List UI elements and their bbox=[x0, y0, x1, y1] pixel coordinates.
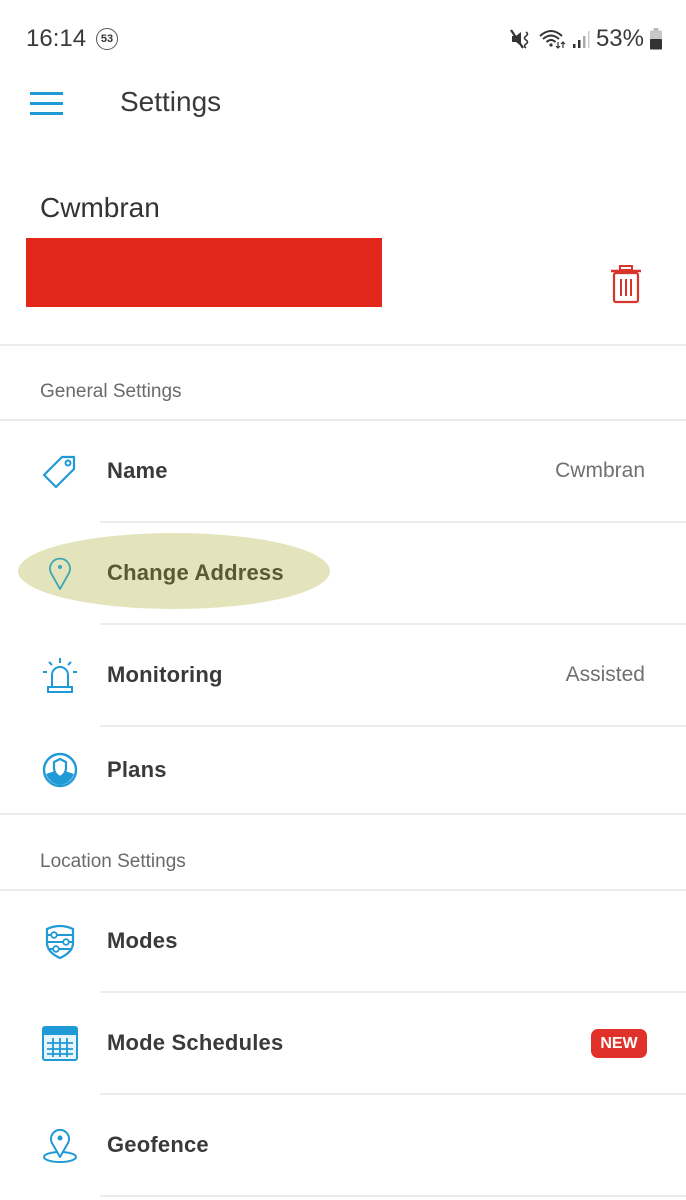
row-label: Change Address bbox=[107, 560, 284, 585]
geofence-icon bbox=[43, 1128, 77, 1163]
plans-shield-icon bbox=[42, 752, 78, 788]
notification-count-badge: 53 bbox=[96, 28, 118, 50]
row-label: Plans bbox=[107, 757, 167, 782]
calendar-icon bbox=[42, 1026, 78, 1061]
settings-row-geofence[interactable]: Geofence bbox=[0, 1095, 686, 1195]
status-icons: 53% bbox=[510, 24, 662, 54]
page-title: Settings bbox=[120, 86, 222, 117]
row-label: Geofence bbox=[107, 1132, 209, 1157]
trash-icon[interactable] bbox=[608, 264, 644, 304]
location-pin-icon bbox=[49, 557, 71, 590]
status-bar: 16:14 53 53% bbox=[0, 0, 686, 80]
settings-row-modes[interactable]: Modes bbox=[0, 891, 686, 991]
row-label: Mode Schedules bbox=[107, 1030, 284, 1055]
row-value: Assisted bbox=[565, 663, 645, 686]
battery-percent: 53% bbox=[595, 25, 644, 52]
row-label: Modes bbox=[107, 928, 178, 953]
modes-shield-icon bbox=[45, 924, 75, 960]
settings-row-change-address[interactable]: Change Address bbox=[0, 523, 686, 623]
row-label: Name bbox=[107, 458, 168, 483]
siren-icon bbox=[43, 658, 77, 693]
row-value: Cwmbran bbox=[555, 459, 645, 482]
battery-icon bbox=[650, 28, 662, 50]
section-divider bbox=[0, 813, 686, 815]
mute-vibrate-icon bbox=[510, 29, 529, 49]
row-label: Monitoring bbox=[107, 662, 223, 687]
settings-row-plans[interactable]: Plans bbox=[0, 727, 686, 813]
hamburger-menu-icon[interactable] bbox=[30, 92, 63, 116]
row-divider bbox=[100, 1195, 686, 1197]
new-badge: NEW bbox=[591, 1029, 647, 1058]
section-title-location: Location Settings bbox=[40, 851, 186, 872]
location-header: Cwmbran bbox=[0, 180, 686, 346]
wifi-icon bbox=[539, 30, 566, 49]
section-title-general: General Settings bbox=[40, 381, 182, 402]
settings-row-monitoring[interactable]: Monitoring Assisted bbox=[0, 625, 686, 725]
status-time: 16:14 bbox=[26, 25, 87, 52]
redacted-address bbox=[26, 238, 382, 307]
app-bar: Settings bbox=[0, 80, 686, 130]
tag-icon bbox=[42, 455, 76, 489]
settings-row-mode-schedules[interactable]: Mode Schedules bbox=[0, 993, 686, 1093]
signal-icon bbox=[572, 31, 590, 48]
location-name: Cwmbran bbox=[40, 192, 160, 223]
settings-row-name[interactable]: Name Cwmbran bbox=[0, 421, 686, 521]
